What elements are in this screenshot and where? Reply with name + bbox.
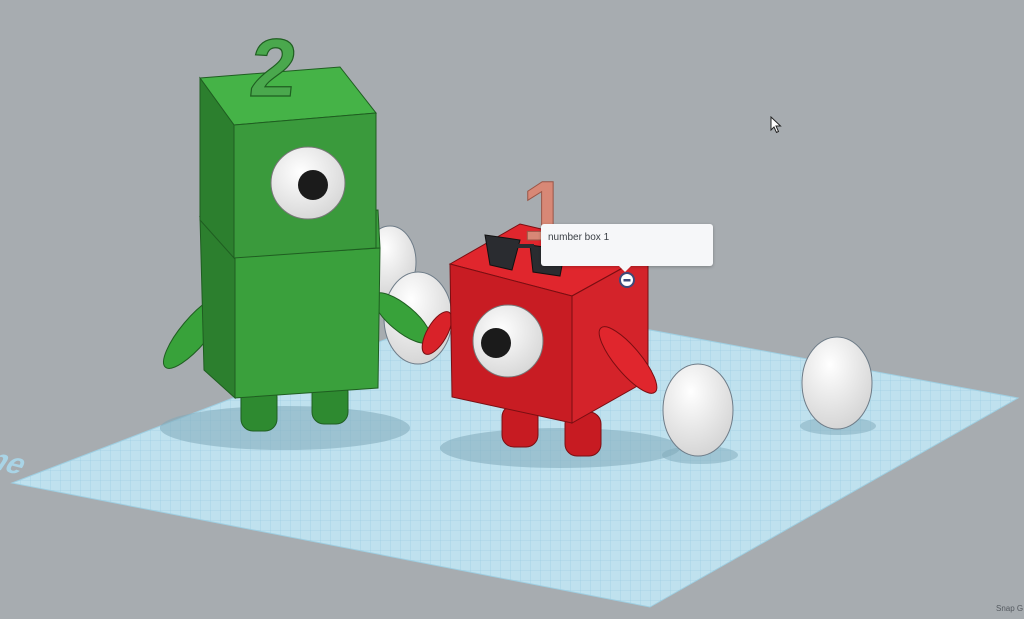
- selection-handle[interactable]: [619, 272, 635, 288]
- tooltip-label: number box 1: [548, 232, 610, 243]
- 3d-viewport[interactable]: Workplane 2 1: [0, 0, 1024, 619]
- egg-front-left[interactable]: [662, 363, 734, 457]
- snap-grid-label[interactable]: Snap G: [996, 604, 1024, 613]
- shape-tooltip: number box 1: [541, 224, 713, 272]
- red-figure-shadow: [440, 428, 680, 468]
- workplane-label: Workplane: [0, 414, 35, 481]
- mouse-pointer-icon: [770, 116, 782, 134]
- green-number-topper: 2: [246, 23, 301, 114]
- egg-front-right[interactable]: [801, 336, 873, 430]
- green-figure-shadow: [160, 406, 410, 450]
